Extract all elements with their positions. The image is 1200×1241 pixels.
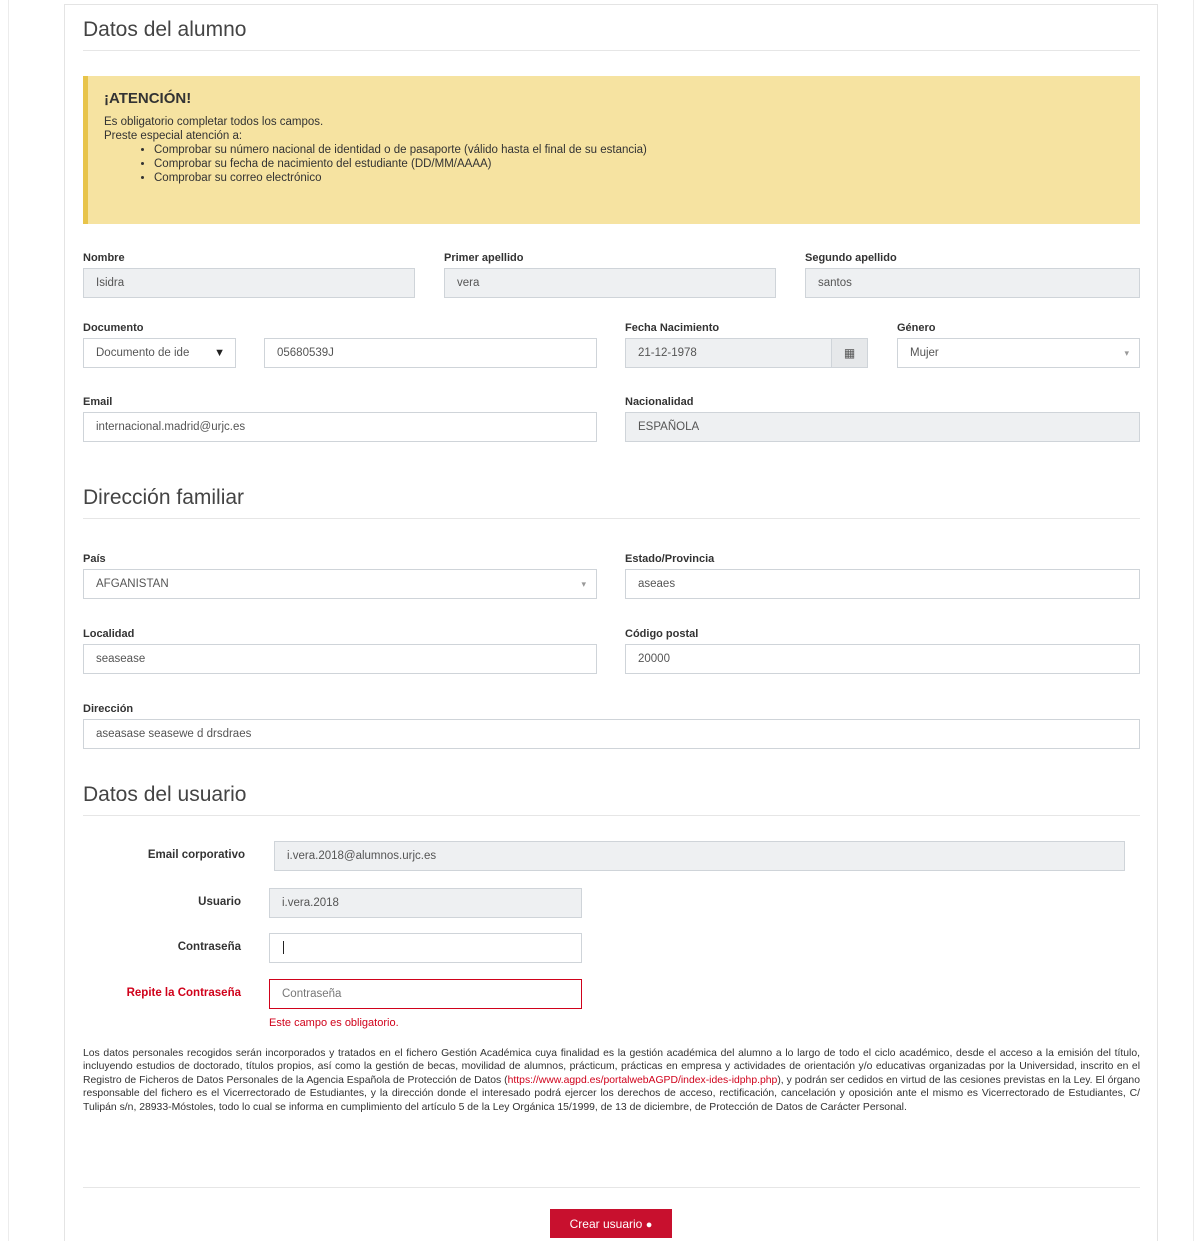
attention-alert: ¡ATENCIÓN! Es obligatorio completar todo… — [83, 76, 1140, 224]
documento-number-field[interactable]: 05680539J — [264, 338, 597, 368]
fecha-label: Fecha Nacimiento — [625, 322, 720, 334]
estado-label: Estado/Provincia — [625, 553, 715, 565]
genero-value: Mujer — [910, 347, 939, 359]
email-field[interactable]: internacional.madrid@urjc.es — [83, 412, 597, 442]
alert-item: Comprobar su fecha de nacimiento del est… — [154, 157, 1124, 171]
alert-line1: Es obligatorio completar todos los campo… — [104, 116, 324, 128]
usuario-label: Usuario — [198, 896, 241, 908]
localidad-label: Localidad — [83, 628, 135, 640]
documento-type-value: Documento de ide — [96, 347, 190, 359]
calendar-icon[interactable]: ▦ — [831, 339, 867, 367]
nacionalidad-label: Nacionalidad — [625, 396, 694, 408]
text-cursor — [283, 941, 284, 955]
section-title-direccion: Dirección familiar — [83, 486, 1140, 519]
legal-notice: Los datos personales recogidos serán inc… — [83, 1047, 1140, 1114]
user-icon: ● — [645, 1219, 653, 1231]
fecha-field[interactable]: 21-12-1978 ▦ — [625, 338, 868, 368]
segundo-apellido-label: Segundo apellido — [805, 252, 897, 264]
divider — [83, 1187, 1140, 1188]
agpd-link[interactable]: https://www.agpd.es/portalwebAGPD/index-… — [508, 1075, 778, 1086]
email-corporativo-field[interactable]: i.vera.2018@alumnos.urjc.es — [274, 841, 1125, 871]
contrasena-field[interactable] — [269, 933, 582, 963]
genero-select[interactable]: Mujer ▾ — [897, 338, 1140, 368]
pais-label: País — [83, 553, 106, 565]
localidad-field[interactable]: seasease — [83, 644, 597, 674]
direccion-field[interactable]: aseasase seasewe d drsdraes — [83, 719, 1140, 749]
email-label: Email — [83, 396, 113, 408]
estado-field[interactable]: aseaes — [625, 569, 1140, 599]
primer-apellido-field[interactable]: vera — [444, 268, 776, 298]
repite-contrasena-field[interactable]: Contraseña — [269, 979, 582, 1009]
nombre-label: Nombre — [83, 252, 125, 264]
contrasena-label: Contraseña — [177, 941, 241, 953]
pais-value: AFGANISTAN — [96, 578, 169, 590]
nombre-field[interactable]: Isidra — [83, 268, 415, 298]
section-title-alumno: Datos del alumno — [83, 18, 1140, 51]
genero-label: Género — [897, 322, 936, 334]
codigo-postal-field[interactable]: 20000 — [625, 644, 1140, 674]
crear-usuario-button[interactable]: Crear usuario ● — [550, 1209, 672, 1238]
page-border-left — [8, 0, 9, 1241]
chevron-down-icon: ▾ — [581, 579, 586, 589]
direccion-label: Dirección — [83, 703, 134, 715]
fecha-value: 21-12-1978 — [638, 347, 697, 359]
documento-label: Documento — [83, 322, 144, 334]
chevron-down-icon: ▼ — [214, 347, 225, 359]
pais-select[interactable]: AFGANISTAN ▾ — [83, 569, 597, 599]
repite-contrasena-error: Este campo es obligatorio. — [269, 1017, 399, 1029]
alert-item: Comprobar su correo electrónico — [154, 171, 1124, 185]
alert-title: ¡ATENCIÓN! — [104, 90, 192, 107]
nacionalidad-field[interactable]: ESPAÑOLA — [625, 412, 1140, 442]
primer-apellido-label: Primer apellido — [444, 252, 524, 264]
page-border-right — [1193, 0, 1194, 1241]
codigo-postal-label: Código postal — [625, 628, 699, 640]
email-corporativo-label: Email corporativo — [147, 849, 245, 861]
repite-contrasena-label: Repite la Contraseña — [126, 987, 241, 999]
crear-usuario-label: Crear usuario — [569, 1217, 643, 1231]
section-title-usuario: Datos del usuario — [83, 783, 1140, 816]
alert-list: Comprobar su número nacional de identida… — [104, 143, 1124, 185]
usuario-field[interactable]: i.vera.2018 — [269, 888, 582, 918]
chevron-down-icon: ▾ — [1124, 348, 1129, 358]
alert-line2: Preste especial atención a: — [104, 130, 243, 142]
alert-item: Comprobar su número nacional de identida… — [154, 143, 1124, 157]
documento-type-select[interactable]: Documento de ide ▼ — [83, 338, 236, 368]
segundo-apellido-field[interactable]: santos — [805, 268, 1140, 298]
